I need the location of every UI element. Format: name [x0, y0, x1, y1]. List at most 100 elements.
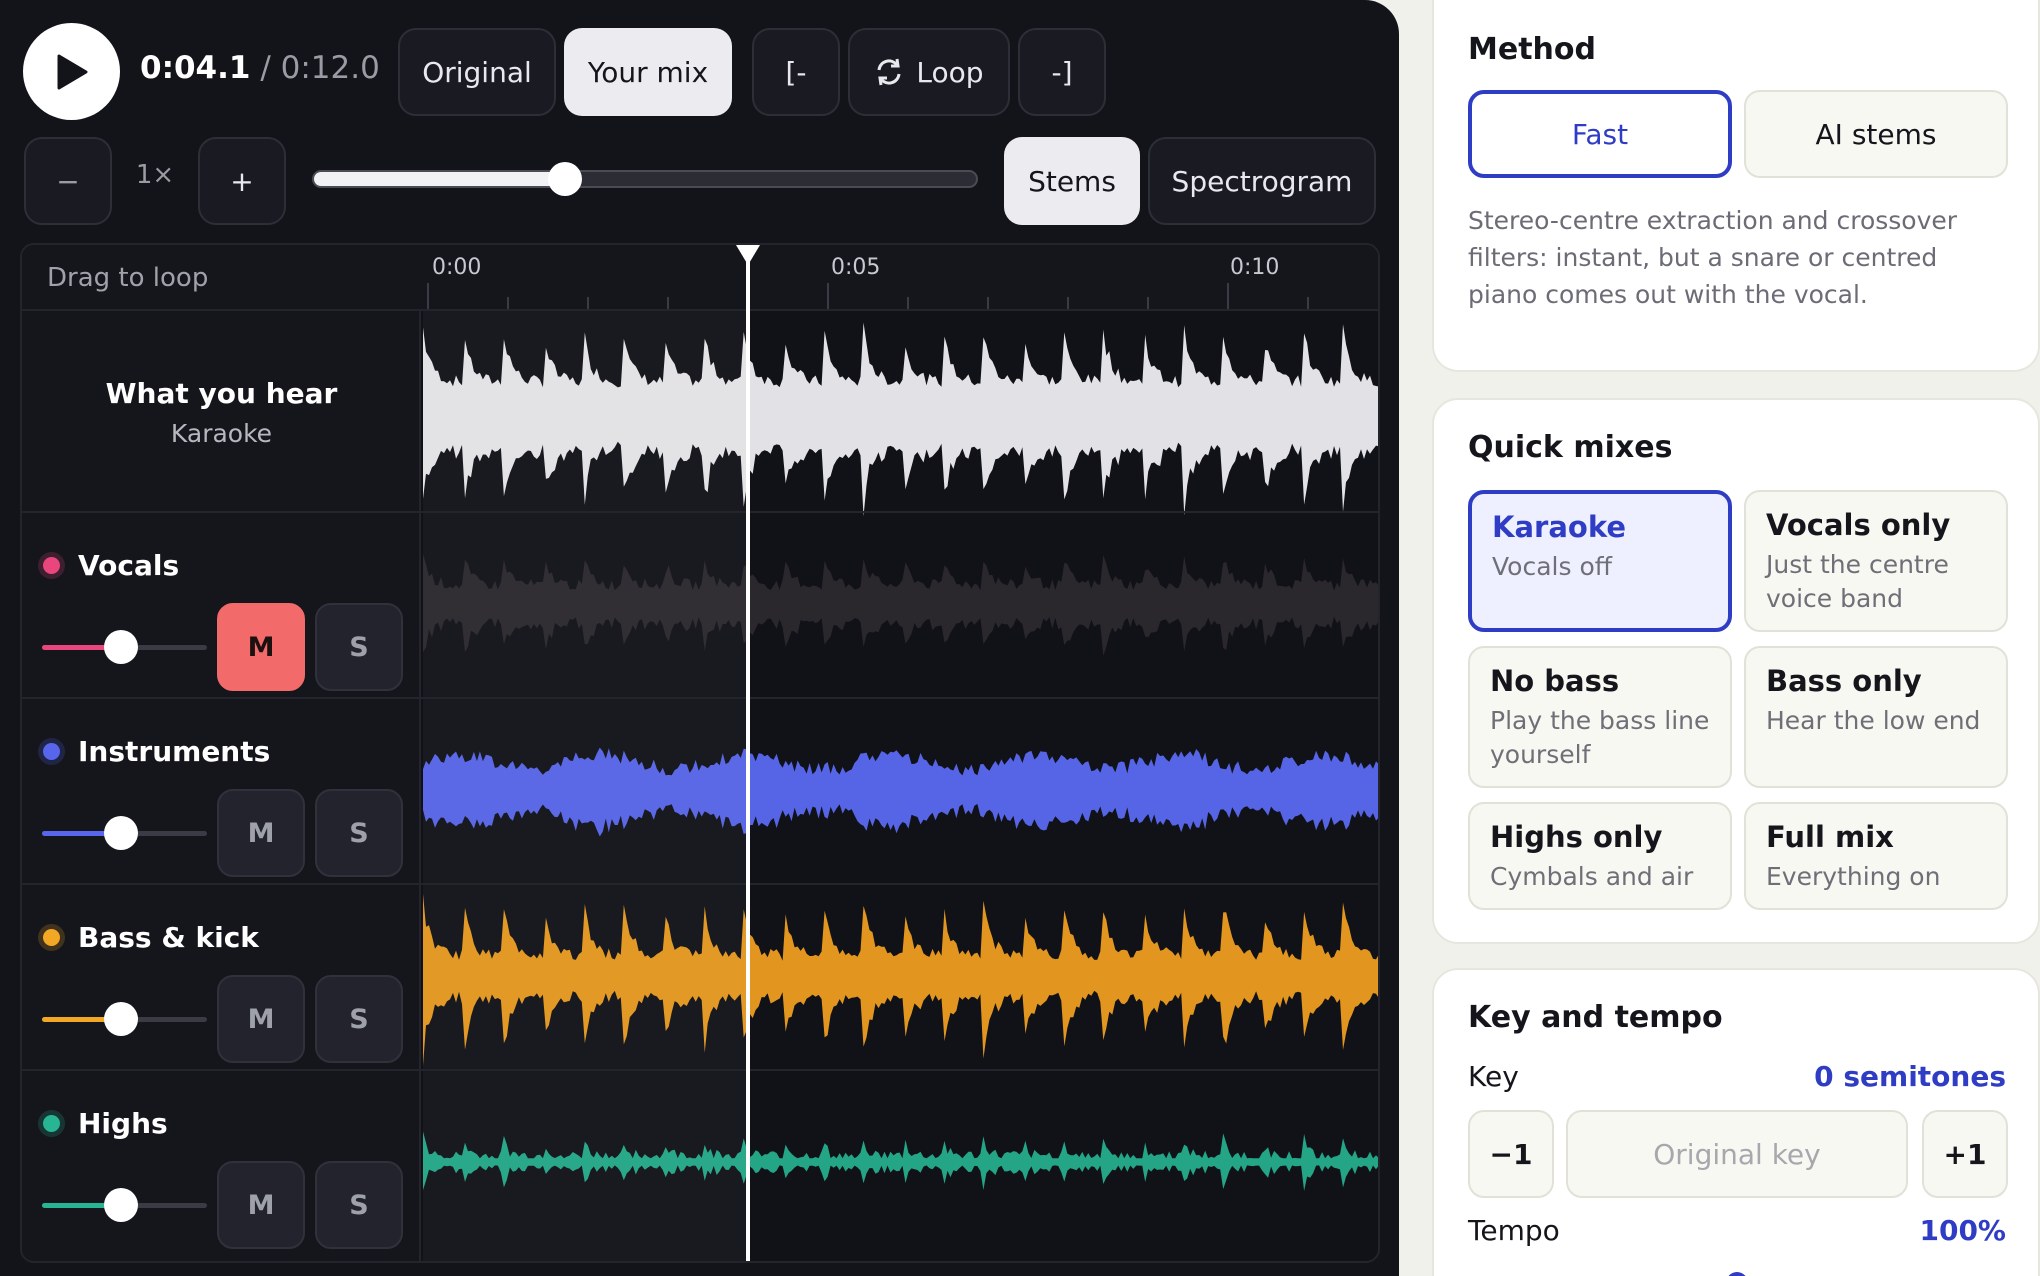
stem-volume-thumb[interactable] — [103, 816, 138, 850]
what-you-hear-subtitle: Karaoke — [170, 419, 273, 448]
spectrogram-view-tab[interactable]: Spectrogram — [1148, 137, 1376, 225]
quick-mix-subtitle: Cymbals and air — [1490, 862, 1694, 891]
ruler-tick — [427, 283, 429, 309]
tick-label: 0:00 — [432, 255, 482, 280]
vocals-waveform — [423, 554, 1378, 656]
key-down-button[interactable]: −1 — [1468, 1110, 1554, 1198]
quick-mix-vocals-only[interactable]: Vocals only Just the centre voice band — [1744, 490, 2008, 632]
stem-name: Bass & kick — [78, 921, 259, 954]
stem-name: Instruments — [78, 735, 271, 768]
play-button[interactable] — [23, 23, 120, 120]
original-mode-button[interactable]: Original — [398, 28, 556, 116]
stem-volume-thumb[interactable] — [103, 630, 138, 664]
time-display: 0:04.1 / 0:12.0 — [140, 50, 380, 86]
tempo-value: 100% — [1919, 1214, 2006, 1247]
stem-color-dot — [43, 1115, 60, 1132]
mute-button[interactable]: M — [217, 975, 305, 1063]
bass-waveform — [423, 893, 1378, 1066]
mute-button[interactable]: M — [217, 603, 305, 691]
loop-label: Loop — [916, 55, 984, 89]
timeline: Drag to loop 0:00 0:05 0:10 What you hea… — [20, 243, 1380, 1263]
track-divider — [22, 1069, 1378, 1071]
total-time: 0:12.0 — [280, 50, 380, 86]
quick-mix-title: No bass — [1490, 664, 1620, 698]
ruler-tick — [1307, 297, 1309, 309]
playhead[interactable] — [746, 259, 750, 1261]
original-key-button[interactable]: Original key — [1566, 1110, 1908, 1198]
ruler-tick — [507, 297, 509, 309]
player-panel: 0:04.1 / 0:12.0 Original Your mix [- Loo… — [0, 0, 1399, 1276]
stem-volume-thumb[interactable] — [103, 1188, 138, 1222]
quick-mix-highs-only[interactable]: Highs only Cymbals and air — [1468, 802, 1732, 910]
quick-mix-subtitle: Everything on — [1766, 862, 1941, 891]
play-icon — [57, 54, 87, 89]
key-tempo-card: Key and tempo Key 0 semitones −1 Origina… — [1432, 968, 2040, 1276]
quick-mix-title: Highs only — [1490, 820, 1663, 854]
key-label: Key — [1468, 1060, 1519, 1093]
stem-name: Vocals — [78, 549, 180, 582]
mix-waveform — [423, 322, 1378, 517]
zoom-slider[interactable] — [312, 170, 978, 188]
tick-label: 0:10 — [1230, 255, 1280, 280]
loop-icon — [877, 58, 901, 86]
instruments-waveform — [423, 747, 1378, 837]
highs-waveform — [423, 1131, 1378, 1191]
quick-mix-full-mix[interactable]: Full mix Everything on — [1744, 802, 2008, 910]
quick-mix-bass-only[interactable]: Bass only Hear the low end — [1744, 646, 2008, 788]
ruler-tick — [907, 297, 909, 309]
stems-view-tab[interactable]: Stems — [1004, 137, 1140, 225]
method-card: Method Fast AI stems Stereo-centre extra… — [1432, 0, 2040, 372]
tempo-label: Tempo — [1468, 1214, 1560, 1247]
current-time: 0:04.1 — [140, 50, 251, 86]
speed-down-button[interactable]: − — [24, 137, 112, 225]
speed-value: 1× — [135, 160, 175, 190]
track-divider — [22, 883, 1378, 885]
drag-to-loop-label: Drag to loop — [47, 263, 209, 293]
solo-button[interactable]: S — [315, 789, 403, 877]
quick-mix-title: Vocals only — [1766, 508, 1951, 542]
solo-button[interactable]: S — [315, 603, 403, 691]
ruler-tick — [1147, 297, 1149, 309]
zoom-slider-fill — [314, 172, 568, 186]
quick-mix-subtitle: Just the centre voice band — [1766, 550, 1949, 613]
stem-color-dot — [43, 743, 60, 760]
quick-mixes-card: Quick mixes Karaoke Vocals off Vocals on… — [1432, 398, 2040, 944]
ai-stems-method-option[interactable]: AI stems — [1744, 90, 2008, 178]
stem-name: Highs — [78, 1107, 168, 1140]
loop-button[interactable]: Loop — [848, 28, 1010, 116]
stem-volume-thumb[interactable] — [103, 1002, 138, 1036]
waveform-area[interactable] — [423, 311, 1378, 1261]
fast-method-option[interactable]: Fast — [1468, 90, 1732, 178]
key-up-button[interactable]: +1 — [1922, 1110, 2008, 1198]
quick-mix-subtitle: Vocals off — [1492, 552, 1612, 581]
speed-up-button[interactable]: + — [198, 137, 286, 225]
ruler-tick — [667, 297, 669, 309]
zoom-slider-thumb[interactable] — [548, 162, 583, 196]
ruler-tick — [827, 283, 829, 309]
track-divider — [22, 697, 1378, 699]
quick-mix-no-bass[interactable]: No bass Play the bass line yourself — [1468, 646, 1732, 788]
loop-start-button[interactable]: [- — [752, 28, 840, 116]
quick-mix-karaoke[interactable]: Karaoke Vocals off — [1468, 490, 1732, 632]
key-tempo-title: Key and tempo — [1468, 1000, 1723, 1035]
waveforms — [423, 322, 1378, 1191]
ruler-tick — [1067, 297, 1069, 309]
what-you-hear-title: What you hear — [105, 377, 338, 410]
tempo-slider-thumb[interactable] — [1726, 1272, 1748, 1276]
your-mix-mode-button[interactable]: Your mix — [564, 28, 732, 116]
tick-label: 0:05 — [831, 255, 881, 280]
quick-mix-title: Bass only — [1766, 664, 1922, 698]
solo-button[interactable]: S — [315, 975, 403, 1063]
timeline-ruler[interactable]: Drag to loop 0:00 0:05 0:10 — [22, 245, 1378, 311]
mute-button[interactable]: M — [217, 1161, 305, 1249]
quick-mix-title: Karaoke — [1492, 510, 1627, 544]
stem-color-dot — [43, 929, 60, 946]
quick-mix-subtitle: Play the bass line yourself — [1490, 706, 1710, 769]
loop-end-button[interactable]: -] — [1018, 28, 1106, 116]
mute-button[interactable]: M — [217, 789, 305, 877]
solo-button[interactable]: S — [315, 1161, 403, 1249]
stem-color-dot — [43, 557, 60, 574]
ruler-tick — [1227, 283, 1229, 309]
ruler-tick — [587, 297, 589, 309]
time-separator: / — [260, 50, 271, 86]
